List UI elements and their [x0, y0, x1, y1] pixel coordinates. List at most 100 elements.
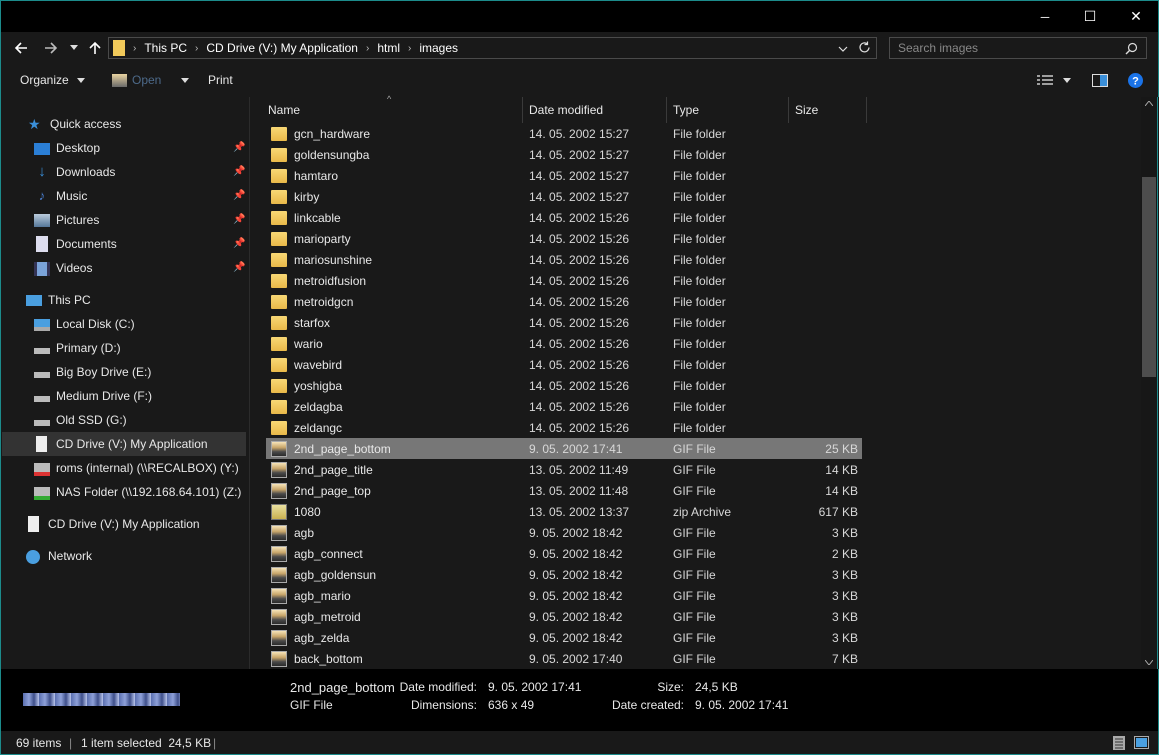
file-row[interactable]: mariosunshine 14. 05. 2002 15:26 File fold… — [266, 249, 862, 270]
file-type: File folder — [673, 252, 726, 267]
forward-button[interactable] — [41, 36, 61, 60]
nav-desktop[interactable]: Desktop — [34, 136, 100, 160]
file-row[interactable]: agb_zelda 9. 05. 2002 18:42 GIF File 3 KB — [266, 627, 862, 648]
help-button[interactable]: ? — [1128, 73, 1143, 88]
nav-drive-c[interactable]: Local Disk (C:) — [34, 312, 135, 336]
pin-icon: 📌 — [233, 142, 246, 153]
file-row[interactable]: kirby 14. 05. 2002 15:27 File folder — [266, 186, 862, 207]
file-row[interactable]: 1080 13. 05. 2002 13:37 zip Archive 617 KB — [266, 501, 862, 522]
nav-network[interactable]: Network — [26, 544, 92, 568]
file-name: starfox — [294, 315, 331, 330]
column-label: Type — [673, 103, 700, 117]
file-name-cell: 2nd_page_top — [271, 480, 371, 501]
nav-drive-d[interactable]: Primary (D:) — [34, 336, 121, 360]
file-row[interactable]: linkcable 14. 05. 2002 15:26 File folder — [266, 207, 862, 228]
nav-cd-drive[interactable]: CD Drive (V:) My Application — [26, 512, 200, 536]
file-row[interactable]: agb_metroid 9. 05. 2002 18:42 GIF File 3 KB — [266, 606, 862, 627]
recent-locations-button[interactable] — [67, 36, 81, 60]
nav-label: Quick access — [50, 117, 122, 131]
status-selection: 1 item selected 24,5 KB — [81, 736, 212, 750]
nav-this-pc[interactable]: This PC — [26, 288, 91, 312]
column-header-type[interactable]: Type — [667, 97, 789, 123]
details-file-name: 2nd_page_bottom — [290, 680, 395, 695]
file-row[interactable]: yoshigba 14. 05. 2002 15:26 File folder — [266, 375, 862, 396]
nav-drive-f[interactable]: Medium Drive (F:) — [34, 384, 152, 408]
nav-documents[interactable]: Documents — [34, 232, 117, 256]
file-row[interactable]: back_bottom 9. 05. 2002 17:40 GIF File 7 KB — [266, 648, 862, 669]
breadcrumb-this-pc[interactable]: This PC — [144, 41, 187, 55]
print-button[interactable]: Print — [208, 73, 233, 87]
nav-quick-access[interactable]: ★ Quick access — [28, 112, 121, 136]
address-dropdown-button[interactable] — [838, 42, 848, 56]
file-name: metroidfusion — [294, 273, 367, 288]
nav-videos[interactable]: Videos — [34, 256, 92, 280]
nav-music[interactable]: ♪ Music — [34, 184, 88, 208]
network-drive-icon — [34, 462, 50, 476]
file-name-cell: 2nd_page_bottom — [271, 438, 391, 459]
breadcrumb-cd-drive[interactable]: CD Drive (V:) My Application — [206, 41, 358, 55]
column-header-size[interactable]: Size — [789, 97, 867, 123]
file-row[interactable]: metroidgcn 14. 05. 2002 15:26 File folder — [266, 291, 862, 312]
folder-icon — [271, 127, 287, 141]
nav-pictures[interactable]: Pictures — [34, 208, 99, 232]
scrollbar-thumb[interactable] — [1142, 177, 1156, 377]
address-bar[interactable]: › This PC › CD Drive (V:) My Application… — [108, 37, 877, 59]
column-header-date[interactable]: Date modified — [523, 97, 667, 123]
breadcrumb-images[interactable]: images — [419, 41, 458, 55]
minimize-button[interactable]: ─ — [1022, 1, 1068, 32]
nav-drive-y[interactable]: roms (internal) (\\RECALBOX) (Y:) — [34, 456, 239, 480]
file-row[interactable]: agb 9. 05. 2002 18:42 GIF File 3 KB — [266, 522, 862, 543]
file-row[interactable]: agb_connect 9. 05. 2002 18:42 GIF File 2 KB — [266, 543, 862, 564]
file-row[interactable]: starfox 14. 05. 2002 15:26 File folder — [266, 312, 862, 333]
nav-downloads[interactable]: ↓ Downloads — [34, 160, 115, 184]
file-row[interactable]: zeldagba 14. 05. 2002 15:26 File folder — [266, 396, 862, 417]
star-icon: ★ — [28, 116, 41, 132]
organize-button[interactable]: Organize — [20, 73, 85, 87]
file-size — [792, 123, 858, 144]
file-row[interactable]: hamtaro 14. 05. 2002 15:27 File folder — [266, 165, 862, 186]
close-button[interactable]: ✕ — [1113, 1, 1159, 32]
file-row[interactable]: gcn_hardware 14. 05. 2002 15:27 File folde… — [266, 123, 862, 144]
preview-pane-button[interactable] — [1092, 74, 1108, 87]
file-date: 14. 05. 2002 15:26 — [529, 210, 630, 225]
file-row[interactable]: wavebird 14. 05. 2002 15:26 File folder — [266, 354, 862, 375]
breadcrumb-html[interactable]: html — [377, 41, 400, 55]
file-name-cell: 2nd_page_title — [271, 459, 373, 480]
large-icons-view-toggle[interactable] — [1134, 736, 1149, 752]
file-name-cell: yoshigba — [271, 375, 342, 396]
details-file-type: GIF File — [290, 698, 333, 712]
file-date: 14. 05. 2002 15:26 — [529, 399, 630, 414]
search-placeholder: Search images — [898, 41, 979, 55]
change-view-button[interactable] — [1037, 75, 1071, 86]
up-button[interactable] — [86, 36, 104, 60]
refresh-button[interactable] — [858, 41, 871, 57]
file-row[interactable]: marioparty 14. 05. 2002 15:26 File folder — [266, 228, 862, 249]
nav-drive-z[interactable]: NAS Folder (\\192.168.64.101) (Z:) — [34, 480, 241, 504]
file-type: File folder — [673, 315, 726, 330]
file-row[interactable]: metroidfusion 14. 05. 2002 15:26 File fold… — [266, 270, 862, 291]
open-button[interactable]: Open — [112, 73, 190, 87]
maximize-icon: ☐ — [1083, 8, 1097, 24]
file-row[interactable]: zeldangc 14. 05. 2002 15:26 File folder — [266, 417, 862, 438]
back-button[interactable] — [11, 36, 31, 60]
file-type: GIF File — [673, 483, 716, 498]
file-size: 3 KB — [831, 525, 858, 540]
file-row[interactable]: 2nd_page_top 13. 05. 2002 11:48 GIF File 14… — [266, 480, 862, 501]
file-row[interactable]: goldensungba 14. 05. 2002 15:27 File folde… — [266, 144, 862, 165]
minimize-icon: ─ — [1040, 9, 1050, 24]
file-row[interactable]: 2nd_page_title 13. 05. 2002 11:49 GIF File… — [266, 459, 862, 480]
file-name: yoshigba — [294, 378, 343, 393]
file-name: gcn_hardware — [294, 126, 371, 141]
nav-drive-e[interactable]: Big Boy Drive (E:) — [34, 360, 151, 384]
file-row[interactable]: wario 14. 05. 2002 15:26 File folder — [266, 333, 862, 354]
file-row[interactable]: agb_goldensun 9. 05. 2002 18:42 GIF File 3 … — [266, 564, 862, 585]
file-date: 9. 05. 2002 18:42 — [529, 630, 623, 645]
details-view-toggle[interactable] — [1113, 736, 1125, 753]
file-row[interactable]: agb_mario 9. 05. 2002 18:42 GIF File 3 KB — [266, 585, 862, 606]
nav-drive-v[interactable]: CD Drive (V:) My Application — [2, 432, 246, 456]
file-row[interactable]: 2nd_page_bottom 9. 05. 2002 17:41 GIF File… — [266, 438, 862, 459]
column-header-name[interactable]: Name — [262, 97, 523, 123]
nav-drive-g[interactable]: Old SSD (G:) — [34, 408, 127, 432]
maximize-button[interactable]: ☐ — [1067, 1, 1113, 32]
search-input[interactable]: Search images — [889, 37, 1147, 59]
